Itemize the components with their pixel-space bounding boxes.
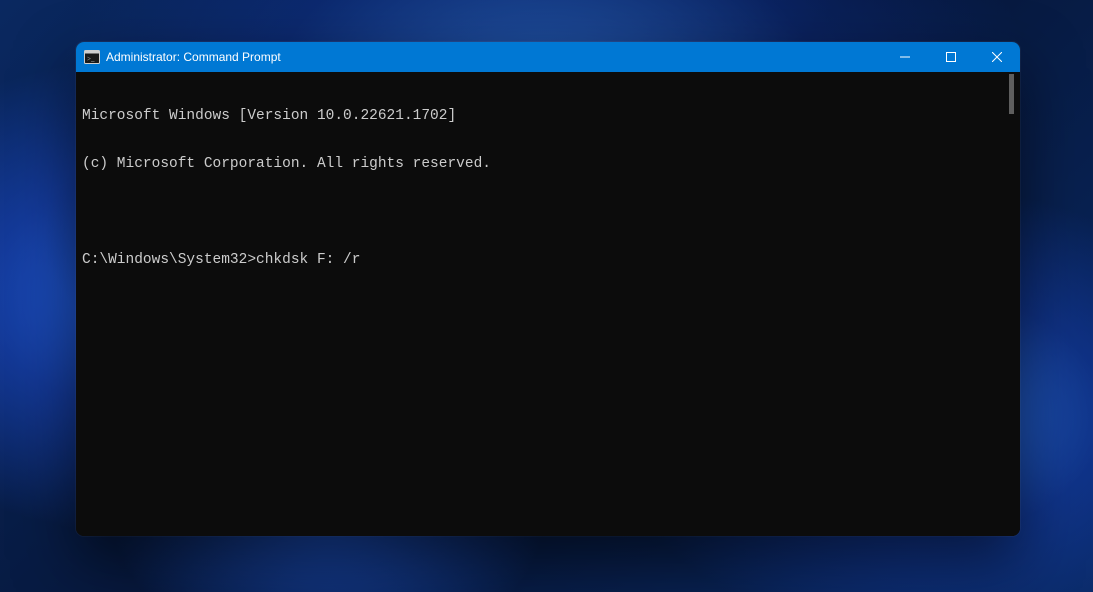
copyright-line: (c) Microsoft Corporation. All rights re… [82, 156, 1014, 172]
window-controls [882, 42, 1020, 72]
svg-text:>_: >_ [87, 55, 95, 63]
minimize-button[interactable] [882, 42, 928, 72]
command-prompt-window: >_ Administrator: Command Prompt Microso… [76, 42, 1020, 536]
typed-command: chkdsk F: /r [256, 252, 360, 268]
scrollbar-thumb[interactable] [1009, 74, 1014, 114]
prompt-path: C:\Windows\System32> [82, 252, 256, 268]
vertical-scrollbar[interactable] [1006, 72, 1020, 536]
maximize-button[interactable] [928, 42, 974, 72]
blank-line [82, 204, 1014, 220]
prompt-line: C:\Windows\System32>chkdsk F: /r [82, 252, 1014, 268]
command-prompt-icon: >_ [84, 49, 100, 65]
close-button[interactable] [974, 42, 1020, 72]
window-title: Administrator: Command Prompt [106, 50, 281, 64]
version-line: Microsoft Windows [Version 10.0.22621.17… [82, 108, 1014, 124]
terminal-output-area[interactable]: Microsoft Windows [Version 10.0.22621.17… [76, 72, 1020, 536]
titlebar[interactable]: >_ Administrator: Command Prompt [76, 42, 1020, 72]
